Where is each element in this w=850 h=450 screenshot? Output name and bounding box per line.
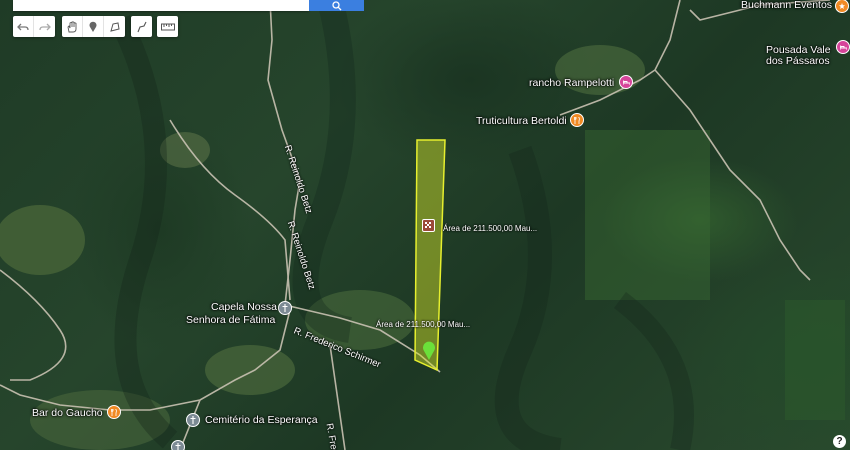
poi-pousada-marker[interactable] bbox=[836, 40, 850, 54]
star-icon bbox=[839, 3, 845, 9]
place-label-truticultura[interactable]: Truticultura Bertoldi bbox=[476, 116, 567, 127]
poi-bottom-marker[interactable] bbox=[171, 440, 185, 450]
parcel-label-upper[interactable]: Área de 211.500,00 Mau... bbox=[443, 224, 537, 233]
place-label-bar[interactable]: Bar do Gaucho bbox=[32, 408, 103, 419]
restaurant-icon bbox=[111, 408, 117, 416]
land-parcel-polygon bbox=[414, 139, 446, 372]
cross-icon bbox=[190, 416, 196, 424]
undo-button[interactable] bbox=[13, 16, 34, 37]
parcel-flag-marker[interactable] bbox=[422, 219, 435, 232]
place-label-capela-line1[interactable]: Capela Nossa bbox=[211, 302, 277, 313]
poi-rancho-marker[interactable] bbox=[619, 75, 633, 89]
cross-icon bbox=[175, 443, 181, 450]
restaurant-icon bbox=[574, 116, 580, 124]
redo-button[interactable] bbox=[34, 16, 55, 37]
poi-capela-marker[interactable] bbox=[278, 301, 292, 315]
poi-cemiterio-marker[interactable] bbox=[186, 413, 200, 427]
undo-arrow-icon bbox=[17, 23, 29, 30]
poi-truticultura-marker[interactable] bbox=[570, 113, 584, 127]
path-tool-button[interactable] bbox=[131, 16, 152, 37]
place-label-rancho[interactable]: rancho Rampelotti bbox=[529, 78, 614, 89]
hotel-bed-icon bbox=[839, 44, 847, 50]
placemark-icon bbox=[89, 21, 97, 32]
place-label-cemiterio[interactable]: Cemitério da Esperança bbox=[205, 415, 318, 426]
redo-arrow-icon bbox=[38, 23, 51, 30]
checkered-flag-icon bbox=[425, 222, 431, 228]
place-label-buchmann[interactable]: Buchmann Eventos bbox=[741, 0, 832, 11]
ruler-tool-button[interactable] bbox=[157, 16, 178, 37]
place-label-pousada-line2[interactable]: dos Pássaros bbox=[766, 56, 830, 67]
search-button[interactable] bbox=[309, 0, 364, 11]
path-toolbar bbox=[131, 16, 152, 37]
placemark-tool-button[interactable] bbox=[83, 16, 104, 37]
help-button[interactable]: ? bbox=[833, 435, 846, 448]
history-toolbar bbox=[13, 16, 55, 37]
green-placemark-marker[interactable] bbox=[422, 341, 436, 361]
satellite-map[interactable]: Buchmann Eventos Pousada Vale dos Pássar… bbox=[0, 0, 850, 450]
measure-toolbar bbox=[157, 16, 178, 37]
polygon-tool-button[interactable] bbox=[104, 16, 125, 37]
parcel-label-lower[interactable]: Área de 211.500,00 Mau... bbox=[376, 320, 470, 329]
polygon-icon bbox=[109, 21, 120, 32]
drawing-toolbar bbox=[62, 16, 125, 37]
hotel-bed-icon bbox=[622, 79, 630, 85]
hand-icon bbox=[67, 20, 77, 32]
path-icon bbox=[136, 21, 146, 32]
pan-tool-button[interactable] bbox=[62, 16, 83, 37]
cross-icon bbox=[282, 304, 288, 312]
search-icon bbox=[331, 0, 341, 10]
poi-bar-marker[interactable] bbox=[107, 405, 121, 419]
ruler-icon bbox=[160, 23, 175, 30]
place-label-capela-line2[interactable]: Senhora de Fátima bbox=[186, 315, 275, 326]
search-input[interactable] bbox=[13, 0, 309, 11]
